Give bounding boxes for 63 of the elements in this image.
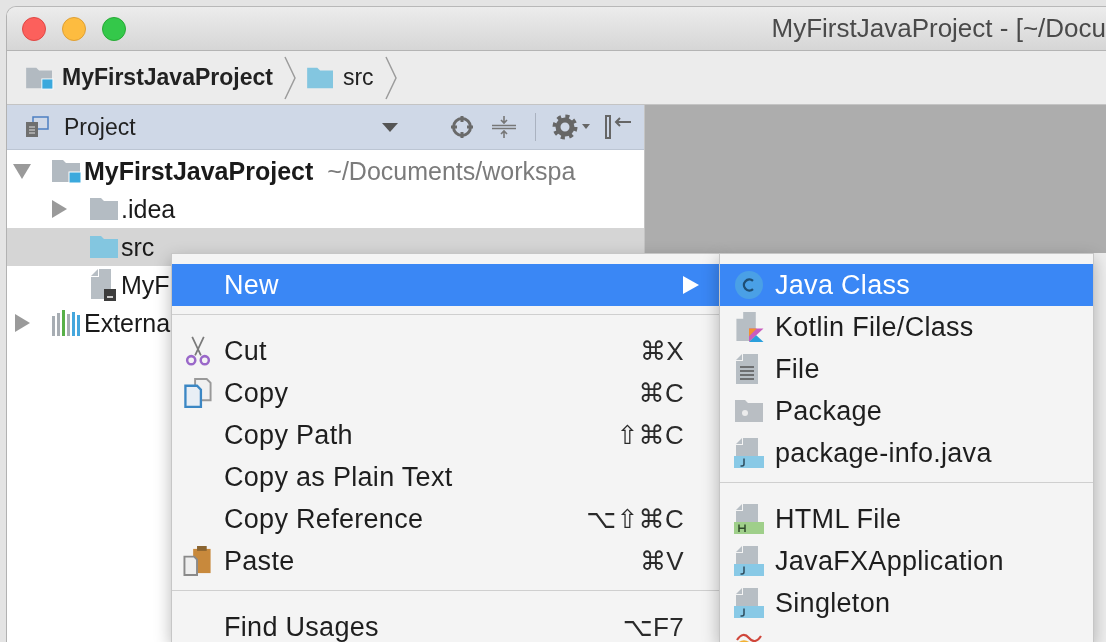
- menu-item[interactable]: File: [720, 348, 1093, 390]
- tree-item[interactable]: MyFirstJavaProject ~/Documents/workspa: [12, 152, 576, 190]
- menu-item[interactable]: Package: [720, 390, 1093, 432]
- tree-item[interactable]: MyF: [49, 266, 170, 304]
- menu-item[interactable]: New: [172, 264, 719, 306]
- menu-item[interactable]: Find Usages ⌥F7: [172, 606, 719, 642]
- module-file-icon: [89, 269, 119, 301]
- project-path: ~/Documents/workspa: [327, 156, 576, 186]
- menu-item[interactable]: Copy Path ⇧⌘C: [172, 414, 719, 456]
- chevron-icon: [282, 55, 297, 100]
- tree-item[interactable]: .idea: [49, 190, 176, 228]
- java-file-icon: [734, 438, 764, 468]
- menu-item[interactable]: Copy Reference ⌥⇧⌘C: [172, 498, 719, 540]
- breadcrumb-item[interactable]: MyFirstJavaProject: [26, 64, 273, 91]
- kotlin-file-icon: [734, 312, 764, 342]
- folder-icon: [89, 196, 119, 222]
- arrow-to-bar-icon[interactable]: [604, 114, 632, 140]
- source-folder-icon: [89, 234, 119, 260]
- breadcrumb-item[interactable]: src: [306, 64, 374, 91]
- scissors-icon: [183, 336, 213, 366]
- collapse-icon[interactable]: [491, 115, 517, 139]
- menu-item[interactable]: Java Class: [720, 264, 1093, 306]
- project-folder-icon: [26, 65, 54, 90]
- tree-arrow-icon[interactable]: [12, 161, 32, 181]
- menu-item[interactable]: Kotlin File/Class: [720, 306, 1093, 348]
- keyboard-shortcut: ⌘X: [640, 335, 684, 367]
- window-title: MyFirstJavaProject - [~/Docu: [771, 13, 1106, 44]
- java-file-icon: [734, 546, 764, 576]
- keyboard-shortcut: ⌥⇧⌘C: [586, 503, 684, 535]
- keyboard-shortcut: ⇧⌘C: [616, 419, 684, 451]
- tree-item[interactable]: src: [49, 228, 155, 266]
- crosshair-icon[interactable]: [450, 115, 474, 139]
- copy-icon: [183, 378, 213, 408]
- gear-icon[interactable]: [552, 114, 590, 140]
- keyboard-shortcut: ⌘C: [638, 377, 684, 409]
- chevron-icon: [383, 55, 398, 100]
- menu-item[interactable]: Paste ⌘V: [172, 540, 719, 582]
- project-view-icon: [25, 116, 49, 138]
- menu-item[interactable]: Cut ⌘X: [172, 330, 719, 372]
- menu-item[interactable]: JavaFXApplication: [720, 540, 1093, 582]
- zoom-icon[interactable]: [102, 16, 126, 41]
- project-folder-icon: [52, 158, 82, 184]
- menu-item[interactable]: Copy ⌘C: [172, 372, 719, 414]
- menu-item[interactable]: Singleton: [720, 582, 1093, 624]
- html-file-icon: [734, 504, 764, 534]
- class-icon: [734, 270, 764, 300]
- tree-arrow-icon[interactable]: [49, 199, 69, 219]
- source-folder-icon: [306, 65, 335, 90]
- library-icon: [52, 310, 82, 336]
- panel-title: Project: [64, 113, 136, 141]
- menu-item[interactable]: Copy as Plain Text: [172, 456, 719, 498]
- keyboard-shortcut: ⌥F7: [622, 611, 684, 642]
- submenu-arrow-icon: [683, 276, 699, 294]
- tree-arrow-icon[interactable]: [12, 313, 32, 333]
- close-icon[interactable]: [22, 16, 46, 41]
- tree-item[interactable]: Externa: [12, 304, 171, 342]
- keyboard-shortcut: ⌘V: [640, 545, 684, 577]
- dropdown-caret-icon[interactable]: [382, 122, 398, 132]
- menu-item[interactable]: package-info.java: [720, 432, 1093, 474]
- paste-icon: [183, 546, 213, 576]
- java-file-icon: [734, 588, 764, 618]
- minimize-icon[interactable]: [62, 16, 86, 41]
- menu-item[interactable]: HTML File: [720, 498, 1093, 540]
